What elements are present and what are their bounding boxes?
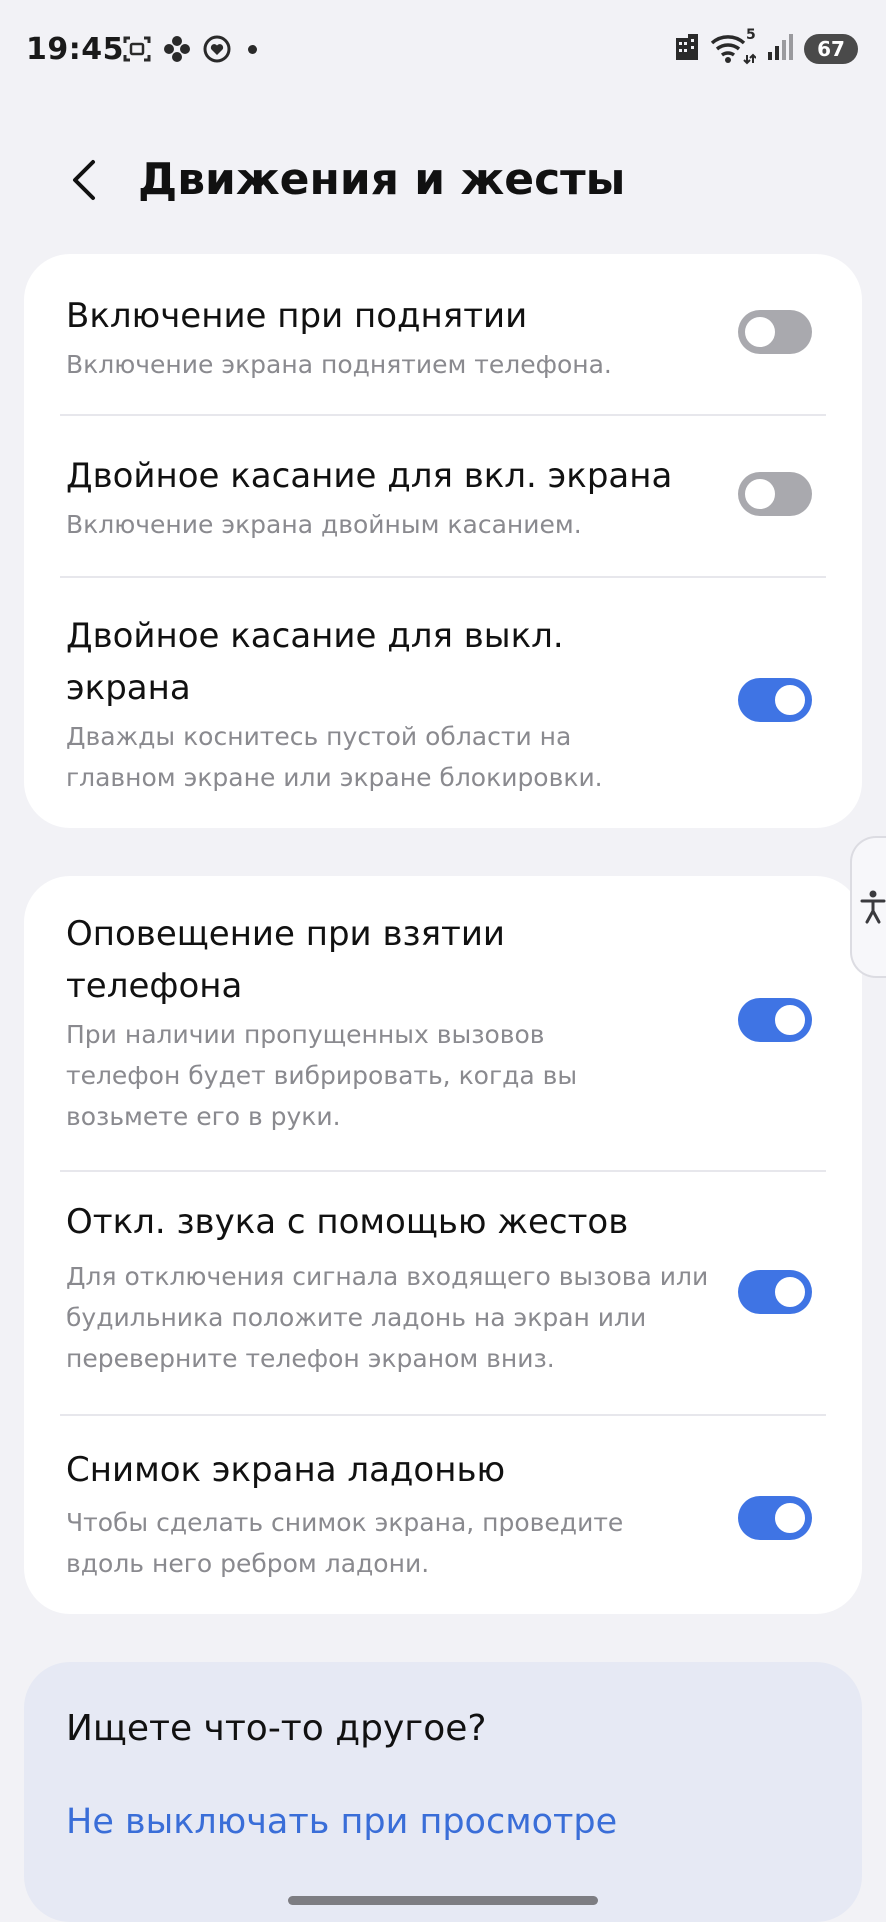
home-indicator[interactable] [288, 1896, 598, 1905]
page-title: Движения и жесты [138, 154, 626, 205]
screen-capture-icon [122, 34, 152, 64]
setting-description: Чтобы сделать снимок экрана, проведите в… [66, 1508, 624, 1578]
setting-title: Откл. звука с помощью жестов [66, 1202, 629, 1242]
status-icons-left [122, 34, 257, 64]
setting-description: Для отключения сигнала входящего вызова … [66, 1262, 709, 1373]
mute-gestures-switch[interactable] [738, 1270, 812, 1314]
status-time: 19:45 [26, 32, 124, 67]
building-icon [674, 32, 700, 66]
setting-pickup-alert[interactable]: Оповещение при взятии телефона При налич… [24, 876, 862, 1170]
chevron-left-icon [73, 160, 95, 200]
back-button[interactable] [56, 152, 112, 208]
setting-description: Дважды коснитесь пустой области на главн… [66, 722, 603, 792]
status-icons-right: 5 67 [674, 27, 858, 66]
signal-icon [766, 32, 794, 66]
wifi-icon: 5 [710, 27, 757, 65]
lift-to-wake-switch[interactable] [738, 310, 812, 354]
setting-lift-to-wake[interactable]: Включение при поднятии Включение экрана … [24, 254, 862, 414]
setting-title: Двойное касание для выкл. экрана [66, 616, 564, 708]
dot-icon [248, 44, 257, 54]
pickup-alert-switch[interactable] [738, 998, 812, 1042]
setting-title: Снимок экрана ладонью [66, 1450, 506, 1490]
suggestion-link[interactable]: Не выключать при просмотре [66, 1802, 617, 1842]
double-tap-off-switch[interactable] [738, 678, 812, 722]
double-tap-on-switch[interactable] [738, 472, 812, 516]
setting-description: Включение экрана двойным касанием. [66, 510, 582, 539]
setting-double-tap-on[interactable]: Двойное касание для вкл. экрана Включени… [24, 416, 862, 576]
status-bar: 19:45 5 67 [0, 0, 886, 100]
setting-title: Оповещение при взятии телефона [66, 914, 506, 1006]
settings-group-2: Оповещение при взятии телефона При налич… [24, 876, 862, 1614]
setting-title: Включение при поднятии [66, 296, 528, 336]
accessibility-icon [860, 890, 886, 924]
setting-title: Двойное касание для вкл. экрана [66, 456, 673, 496]
setting-double-tap-off[interactable]: Двойное касание для выкл. экрана Дважды … [24, 578, 862, 828]
battery-icon: 67 [804, 34, 858, 64]
setting-mute-gestures[interactable]: Откл. звука с помощью жестов Для отключе… [24, 1172, 862, 1414]
setting-palm-swipe[interactable]: Снимок экрана ладонью Чтобы сделать сним… [24, 1416, 862, 1614]
header: Движения и жесты [0, 140, 886, 220]
setting-description: Включение экрана поднятием телефона. [66, 350, 612, 379]
flower-icon [162, 34, 192, 64]
heart-badge-icon [202, 34, 232, 64]
wifi-badge: 5 [746, 27, 756, 43]
suggestions-card: Ищете что-то другое? Не выключать при пр… [24, 1662, 862, 1922]
palm-swipe-switch[interactable] [738, 1496, 812, 1540]
setting-description: При наличии пропущенных вызовов телефон … [66, 1020, 578, 1131]
settings-group-1: Включение при поднятии Включение экрана … [24, 254, 862, 828]
suggestions-title: Ищете что-то другое? [66, 1708, 487, 1749]
accessibility-tab[interactable] [850, 836, 886, 978]
